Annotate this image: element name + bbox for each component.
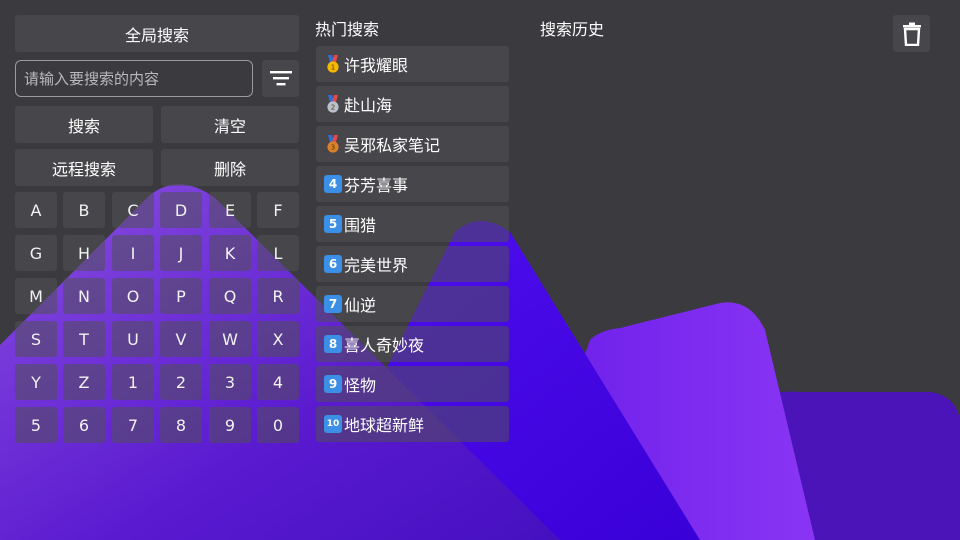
hot-search-item[interactable]: 3 吴邪私家笔记 bbox=[316, 126, 509, 162]
key-7[interactable]: 7 bbox=[112, 407, 154, 443]
key-f[interactable]: F bbox=[257, 192, 299, 228]
global-search-button[interactable]: 全局搜索 bbox=[15, 15, 299, 52]
trash-icon bbox=[902, 22, 921, 46]
key-0[interactable]: 0 bbox=[257, 407, 299, 443]
key-z[interactable]: Z bbox=[63, 364, 105, 400]
hot-search-item-label: 喜人奇妙夜 bbox=[344, 336, 425, 355]
hot-search-title: 热门搜索 bbox=[315, 20, 380, 39]
key-8[interactable]: 8 bbox=[160, 407, 202, 443]
key-b[interactable]: B bbox=[63, 192, 105, 228]
key-o[interactable]: O bbox=[112, 278, 154, 314]
keycap-10-icon: 10 bbox=[324, 415, 342, 433]
hot-search-item[interactable]: 4 芬芳喜事 bbox=[316, 166, 509, 202]
key-l[interactable]: L bbox=[257, 235, 299, 271]
hot-search-item[interactable]: 9 怪物 bbox=[316, 366, 509, 402]
hot-search-item-label: 仙逆 bbox=[344, 296, 377, 315]
key-3[interactable]: 3 bbox=[209, 364, 251, 400]
remote-search-button[interactable]: 远程搜索 bbox=[15, 149, 153, 186]
key-i[interactable]: I bbox=[112, 235, 154, 271]
key-v[interactable]: V bbox=[160, 321, 202, 357]
gold-medal-icon: 1 bbox=[327, 55, 339, 73]
hot-search-item[interactable]: 8 喜人奇妙夜 bbox=[316, 326, 509, 362]
key-m[interactable]: M bbox=[15, 278, 57, 314]
hot-search-item-label: 怪物 bbox=[344, 376, 377, 395]
bronze-medal-icon: 3 bbox=[327, 135, 339, 153]
search-button[interactable]: 搜索 bbox=[15, 106, 153, 143]
remote-search-label: 远程搜索 bbox=[51, 159, 116, 179]
hot-search-item-label: 芬芳喜事 bbox=[344, 176, 409, 195]
key-6[interactable]: 6 bbox=[63, 407, 105, 443]
key-u[interactable]: U bbox=[112, 321, 154, 357]
key-a[interactable]: A bbox=[15, 192, 57, 228]
key-x[interactable]: X bbox=[257, 321, 299, 357]
clear-history-button[interactable] bbox=[893, 15, 930, 52]
keycap-7-icon: 7 bbox=[324, 295, 342, 313]
key-t[interactable]: T bbox=[63, 321, 105, 357]
key-g[interactable]: G bbox=[15, 235, 57, 271]
keycap-5-icon: 5 bbox=[324, 215, 342, 233]
hot-search-item[interactable]: 10 地球超新鲜 bbox=[316, 406, 509, 442]
key-1[interactable]: 1 bbox=[112, 364, 154, 400]
key-c[interactable]: C bbox=[112, 192, 154, 228]
svg-text:1: 1 bbox=[331, 64, 335, 72]
search-button-label: 搜索 bbox=[67, 116, 100, 136]
key-q[interactable]: Q bbox=[209, 278, 251, 314]
keycap-8-icon: 8 bbox=[324, 335, 342, 353]
hot-search-item[interactable]: 2 赴山海 bbox=[316, 86, 509, 122]
search-history-title: 搜索历史 bbox=[540, 20, 605, 39]
key-e[interactable]: E bbox=[209, 192, 251, 228]
key-d[interactable]: D bbox=[160, 192, 202, 228]
key-w[interactable]: W bbox=[209, 321, 251, 357]
filter-button[interactable] bbox=[262, 60, 299, 97]
key-r[interactable]: R bbox=[257, 278, 299, 314]
clear-button[interactable]: 清空 bbox=[161, 106, 299, 143]
hot-search-item-label: 吴邪私家笔记 bbox=[344, 136, 441, 155]
svg-text:2: 2 bbox=[331, 104, 335, 112]
hot-search-item[interactable]: 1 许我耀眼 bbox=[316, 46, 509, 82]
svg-text:3: 3 bbox=[331, 144, 335, 152]
key-s[interactable]: S bbox=[15, 321, 57, 357]
delete-button-label: 删除 bbox=[213, 159, 246, 179]
filter-icon bbox=[270, 71, 292, 86]
key-n[interactable]: N bbox=[63, 278, 105, 314]
keycap-4-icon: 4 bbox=[324, 175, 342, 193]
key-k[interactable]: K bbox=[209, 235, 251, 271]
hot-search-item-label: 围猎 bbox=[344, 216, 377, 235]
key-9[interactable]: 9 bbox=[209, 407, 251, 443]
hot-search-item-label: 完美世界 bbox=[344, 256, 409, 275]
hot-search-item-label: 许我耀眼 bbox=[344, 56, 409, 75]
key-2[interactable]: 2 bbox=[160, 364, 202, 400]
key-5[interactable]: 5 bbox=[15, 407, 57, 443]
hot-search-item[interactable]: 5 围猎 bbox=[316, 206, 509, 242]
hot-search-item[interactable]: 6 完美世界 bbox=[316, 246, 509, 282]
key-4[interactable]: 4 bbox=[257, 364, 299, 400]
hot-search-item-label: 赴山海 bbox=[344, 96, 393, 115]
global-search-label: 全局搜索 bbox=[124, 25, 189, 45]
key-p[interactable]: P bbox=[160, 278, 202, 314]
search-screen: 全局搜索 搜索 清空 远程搜索 删除 ABCDEF GHIJKL MNOPQR STU… bbox=[0, 0, 960, 540]
key-y[interactable]: Y bbox=[15, 364, 57, 400]
clear-button-label: 清空 bbox=[213, 116, 246, 136]
search-input[interactable] bbox=[15, 60, 253, 97]
hot-search-item[interactable]: 7 仙逆 bbox=[316, 286, 509, 322]
key-h[interactable]: H bbox=[63, 235, 105, 271]
keycap-9-icon: 9 bbox=[324, 375, 342, 393]
silver-medal-icon: 2 bbox=[327, 95, 339, 113]
delete-button[interactable]: 删除 bbox=[161, 149, 299, 186]
keycap-6-icon: 6 bbox=[324, 255, 342, 273]
hot-search-item-label: 地球超新鲜 bbox=[344, 416, 425, 435]
key-j[interactable]: J bbox=[160, 235, 202, 271]
